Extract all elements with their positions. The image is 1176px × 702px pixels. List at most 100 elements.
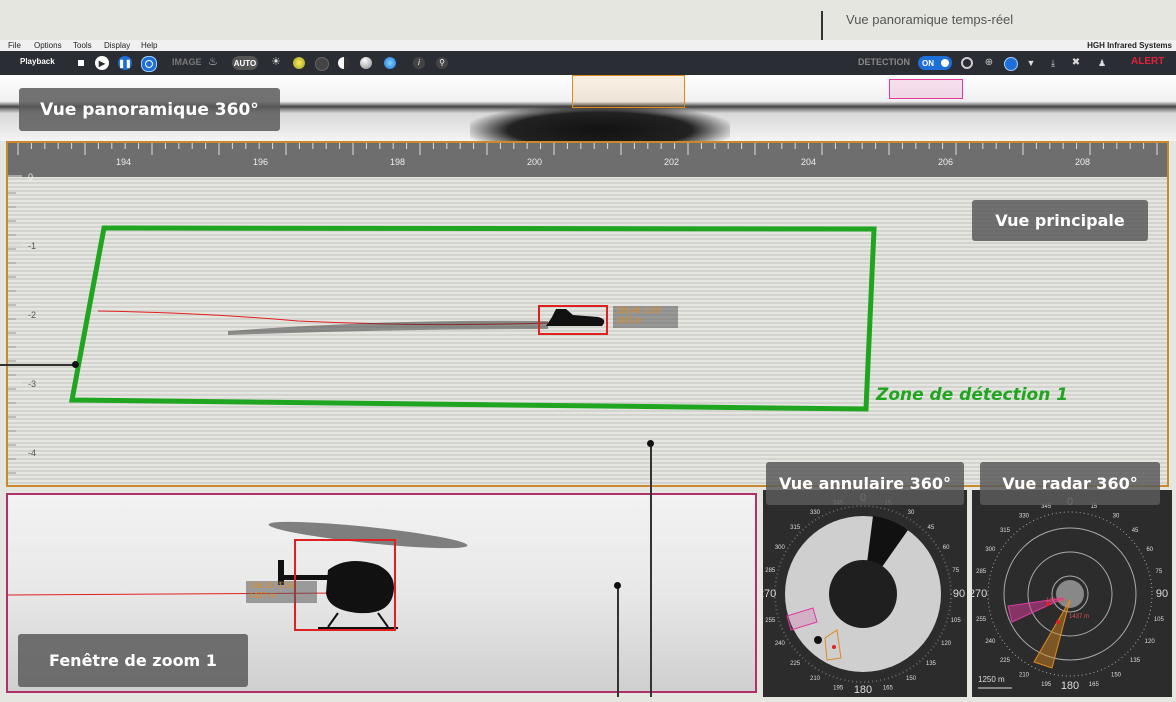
- vruler-tick-label: 0: [28, 172, 33, 182]
- panorama-hull-shadow: [470, 105, 730, 141]
- clear-icon[interactable]: ✖: [1070, 57, 1082, 69]
- panorama-boat-box[interactable]: [572, 75, 685, 108]
- location-icon[interactable]: ⚲: [436, 57, 448, 69]
- annular-compass-label: 30: [908, 510, 915, 516]
- radar-compass-label: 225: [1000, 658, 1011, 664]
- toolbar: Playback ▶ ❚❚ IMAGE ♨ AUTO ☀ i ⚲ DETECTI…: [0, 51, 1176, 75]
- radar-compass-label: 30: [1113, 513, 1120, 519]
- zoom-label: Fenêtre de zoom 1: [18, 634, 248, 687]
- annular-compass-label: 300: [775, 545, 786, 551]
- auto-button[interactable]: AUTO: [232, 56, 258, 70]
- annotation-line-main: [650, 443, 652, 697]
- annotation-panorama-realtime: Vue panoramique temps-réel: [846, 12, 1014, 27]
- info-icon[interactable]: i: [413, 57, 425, 69]
- download-icon[interactable]: ⤓: [1047, 57, 1059, 69]
- radar-compass-label: 150: [1111, 673, 1122, 679]
- annotation-dot-zoom: [614, 582, 621, 589]
- pause-button[interactable]: ❚❚: [118, 56, 132, 70]
- image-label: IMAGE: [172, 57, 202, 67]
- gain-dot-icon[interactable]: [315, 57, 329, 71]
- radar-compass-label: 255: [976, 617, 987, 623]
- radar-compass-label: 60: [1146, 547, 1153, 553]
- record-button[interactable]: [141, 56, 157, 72]
- annular-compass-label: 240: [775, 641, 786, 647]
- annular-compass-label: 120: [941, 641, 952, 647]
- sharpness-icon[interactable]: [360, 57, 372, 69]
- annular-compass-label: 225: [790, 661, 801, 667]
- crosshair-icon[interactable]: ⊕: [983, 57, 995, 69]
- playback-label[interactable]: Playback: [20, 57, 55, 66]
- annular-view-panel[interactable]: 0153045607590105120135150165180195210225…: [758, 490, 967, 697]
- ruler-bar: [8, 143, 1167, 177]
- radar-compass-label: 195: [1041, 682, 1052, 688]
- boat-silhouette: [546, 309, 605, 326]
- radar-compass-label: 240: [985, 639, 996, 645]
- auto-label: AUTO: [233, 58, 257, 68]
- radar-compass-label: 210: [1019, 673, 1030, 679]
- bell-icon[interactable]: ♟: [1096, 57, 1108, 69]
- annotation-line-zone: [0, 364, 76, 366]
- target-icon[interactable]: [961, 57, 973, 69]
- radar-compass-label: 300: [985, 547, 996, 553]
- menu-bar: File Options Tools Display Help HGH Infr…: [0, 40, 1176, 51]
- annular-compass-label: 150: [906, 676, 917, 682]
- radar-compass-label: 15: [1090, 504, 1097, 510]
- annular-compass-label: 90: [953, 588, 965, 600]
- filter-icon[interactable]: ♨: [208, 55, 218, 68]
- radar-compass-label: 330: [1019, 513, 1030, 519]
- detection-toggle[interactable]: ON: [918, 56, 952, 70]
- annotation-line-zoom: [617, 585, 619, 697]
- contrast-dot-icon[interactable]: [293, 57, 305, 69]
- panorama-heli-box[interactable]: [889, 79, 963, 99]
- annular-compass-label: 285: [765, 568, 776, 574]
- main-view-label: Vue principale: [972, 200, 1148, 241]
- annular-compass-label: 210: [810, 676, 821, 682]
- menu-file[interactable]: File: [8, 40, 21, 51]
- annular-boat-marker: [832, 645, 836, 649]
- stop-icon: [78, 60, 84, 66]
- main-ruler: 194 196 198 200 202 204 206 208 0 -1 -2 -3 -4: [8, 143, 1167, 474]
- radar-compass-label: 75: [1156, 569, 1163, 575]
- play-button[interactable]: ▶: [95, 56, 109, 70]
- annular-compass-label: 45: [928, 525, 935, 531]
- radar-view-panel[interactable]: 0153045607590105120135150165180195210225…: [969, 490, 1172, 697]
- ruler-tick-label: 208: [1075, 157, 1090, 167]
- heli-target-info: 246.10 -1.59 1437 m: [246, 581, 317, 603]
- brightness-icon[interactable]: ☀: [271, 55, 281, 68]
- heli-target-bearing: 246.10 -1.59: [249, 581, 294, 590]
- track-icon[interactable]: [1004, 57, 1018, 71]
- radar-compass-label: 90: [1156, 588, 1168, 600]
- annular-compass-label: 180: [854, 684, 872, 696]
- boat-target-info: 199.40 -2.09 1815 m: [613, 306, 678, 328]
- vruler-tick-label: -3: [28, 379, 36, 389]
- annular-compass-label: 330: [810, 510, 821, 516]
- boat-target-range: 1815 m: [616, 316, 643, 325]
- boat-target-bearing: 199.40 -2.09: [616, 306, 661, 315]
- detection-label: DETECTION: [858, 57, 911, 67]
- radar-scale: 1250 m: [978, 675, 1005, 684]
- radar-compass-label: 45: [1132, 528, 1139, 534]
- record-icon: [145, 60, 153, 68]
- menu-tools[interactable]: Tools: [73, 40, 92, 51]
- filter-funnel-icon[interactable]: ▼: [1025, 57, 1037, 69]
- annular-compass-label: 270: [763, 588, 776, 600]
- ruler-tick-label: 206: [938, 157, 953, 167]
- alert-label[interactable]: ALERT: [1131, 56, 1164, 67]
- annotation-dot-main: [647, 440, 654, 447]
- menu-display[interactable]: Display: [104, 40, 130, 51]
- panorama-label: Vue panoramique 360°: [19, 88, 280, 131]
- radar-compass-label: 285: [976, 569, 987, 575]
- radar-range-2: 1437 m: [1069, 614, 1090, 620]
- stop-button[interactable]: [74, 56, 88, 70]
- detection-zone-polygon: [68, 225, 877, 412]
- heli-target-range: 1437 m: [249, 591, 276, 600]
- menu-options[interactable]: Options: [34, 40, 62, 51]
- menu-help[interactable]: Help: [141, 40, 157, 51]
- invert-icon[interactable]: [338, 57, 350, 69]
- main-view[interactable]: 194 196 198 200 202 204 206 208 0 -1 -2 -3 -4: [6, 141, 1169, 487]
- vruler-tick-label: -1: [28, 241, 36, 251]
- color-palette-icon[interactable]: [384, 57, 396, 69]
- annular-compass-label: 105: [951, 618, 962, 624]
- ruler-tick-label: 198: [390, 157, 405, 167]
- radar-range-1: 1815 m: [1046, 598, 1067, 604]
